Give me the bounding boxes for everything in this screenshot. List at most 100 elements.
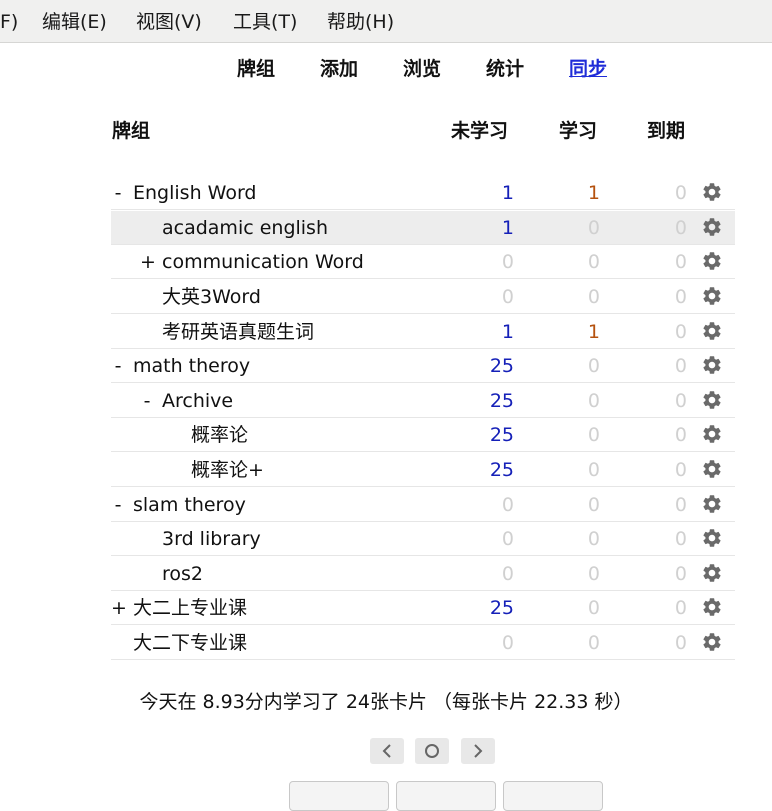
gear-icon[interactable]: [701, 562, 723, 584]
deck-due-count: 0: [674, 390, 687, 412]
gear-icon[interactable]: [701, 216, 723, 238]
deck-due-count: 0: [674, 424, 687, 446]
deck-learn-count: 0: [587, 494, 600, 516]
deck-expander[interactable]: +: [111, 595, 127, 621]
deck-row[interactable]: 概率论 25 0 0: [111, 418, 735, 452]
deck-row[interactable]: 考研英语真题生词 1 1 0: [111, 315, 735, 349]
deck-new-count: 1: [501, 217, 514, 239]
deck-name-link[interactable]: 大二上专业课: [133, 595, 247, 621]
deck-new-count: 0: [501, 286, 514, 308]
deck-expander[interactable]: -: [140, 388, 154, 414]
gear-icon[interactable]: [701, 181, 723, 203]
deck-due-count: 0: [674, 182, 687, 204]
deck-learn-count: 0: [587, 597, 600, 619]
deck-name-link[interactable]: 大二下专业课: [133, 630, 247, 656]
deck-row[interactable]: 大英3Word 0 0 0: [111, 280, 735, 314]
deck-name-link[interactable]: acadamic english: [162, 215, 328, 241]
gear-icon[interactable]: [701, 423, 723, 445]
deck-due-count: 0: [674, 528, 687, 550]
nav-stats-link[interactable]: 统计: [486, 56, 524, 82]
gear-icon[interactable]: [701, 389, 723, 411]
menu-file[interactable]: F): [0, 9, 18, 35]
deck-learn-count: 0: [587, 390, 600, 412]
deck-expander[interactable]: -: [111, 353, 125, 379]
next-button[interactable]: [461, 738, 495, 764]
reset-button[interactable]: [415, 738, 449, 764]
deck-due-count: 0: [674, 597, 687, 619]
deck-name-link[interactable]: 大英3Word: [162, 284, 261, 310]
deck-name-link[interactable]: 考研英语真题生词: [162, 319, 314, 345]
bottom-button-3[interactable]: [503, 781, 603, 811]
deck-row[interactable]: 3rd library 0 0 0: [111, 522, 735, 556]
deck-new-count: 25: [489, 424, 514, 446]
deck-expander[interactable]: -: [111, 180, 125, 206]
gear-icon[interactable]: [701, 458, 723, 480]
nav-browse-link[interactable]: 浏览: [403, 56, 441, 82]
gear-icon[interactable]: [701, 285, 723, 307]
deck-row[interactable]: - English Word 1 1 0: [111, 176, 735, 210]
deck-name-link[interactable]: slam theroy: [133, 492, 246, 518]
deck-due-count: 0: [674, 632, 687, 654]
deck-new-count: 25: [489, 597, 514, 619]
deck-learn-count: 1: [587, 321, 600, 343]
deck-due-count: 0: [674, 494, 687, 516]
menu-edit[interactable]: 编辑(E): [42, 9, 107, 35]
deck-row[interactable]: - slam theroy 0 0 0: [111, 488, 735, 522]
nav-decks-link[interactable]: 牌组: [237, 56, 275, 82]
deck-name-link[interactable]: communication Word: [162, 249, 364, 275]
deck-row[interactable]: + 大二上专业课 25 0 0: [111, 591, 735, 625]
deck-due-count: 0: [674, 217, 687, 239]
deck-name-link[interactable]: English Word: [133, 180, 256, 206]
gear-icon[interactable]: [701, 527, 723, 549]
deck-name-link[interactable]: 3rd library: [162, 526, 261, 552]
header-deck: 牌组: [112, 120, 151, 142]
gear-icon[interactable]: [701, 320, 723, 342]
chevron-left-icon: [382, 744, 391, 758]
deck-learn-count: 0: [587, 563, 600, 585]
deck-row[interactable]: + communication Word 0 0 0: [111, 245, 735, 279]
header-learn: 学习: [559, 120, 598, 142]
deck-learn-count: 0: [587, 528, 600, 550]
nav-sync-link[interactable]: 同步: [569, 56, 607, 82]
gear-icon[interactable]: [701, 493, 723, 515]
deck-name-link[interactable]: 概率论: [191, 422, 248, 448]
deck-new-count: 0: [501, 563, 514, 585]
menu-help[interactable]: 帮助(H): [327, 9, 394, 35]
deck-row[interactable]: ros2 0 0 0: [111, 557, 735, 591]
gear-icon[interactable]: [701, 250, 723, 272]
deck-name-link[interactable]: math theroy: [133, 353, 250, 379]
deck-new-count: 1: [501, 182, 514, 204]
deck-learn-count: 0: [587, 632, 600, 654]
deck-expander[interactable]: -: [111, 492, 125, 518]
deck-due-count: 0: [674, 286, 687, 308]
deck-due-count: 0: [674, 355, 687, 377]
deck-row[interactable]: - math theroy 25 0 0: [111, 349, 735, 383]
gear-icon[interactable]: [701, 596, 723, 618]
header-new: 未学习: [451, 120, 509, 142]
deck-learn-count: 0: [587, 286, 600, 308]
nav-add-link[interactable]: 添加: [320, 56, 358, 82]
deck-learn-count: 0: [587, 459, 600, 481]
header-due: 到期: [647, 120, 686, 142]
deck-name-link[interactable]: Archive: [162, 388, 233, 414]
gear-icon[interactable]: [701, 631, 723, 653]
deck-row[interactable]: - Archive 25 0 0: [111, 384, 735, 418]
bottom-button-2[interactable]: [396, 781, 496, 811]
study-stats-text: 今天在 8.93分内学习了 24张卡片 （每张卡片 22.33 秒）: [139, 691, 633, 713]
menu-tools[interactable]: 工具(T): [233, 9, 297, 35]
deck-new-count: 25: [489, 459, 514, 481]
deck-row[interactable]: acadamic english 1 0 0: [111, 211, 735, 245]
deck-row[interactable]: 大二下专业课 0 0 0: [111, 626, 735, 660]
menu-view[interactable]: 视图(V): [136, 9, 202, 35]
menu-bar: F) 编辑(E) 视图(V) 工具(T) 帮助(H): [0, 0, 772, 43]
deck-expander[interactable]: +: [140, 249, 156, 275]
deck-new-count: 0: [501, 251, 514, 273]
deck-row[interactable]: 概率论+ 25 0 0: [111, 453, 735, 487]
deck-name-link[interactable]: 概率论+: [191, 457, 264, 483]
deck-name-link[interactable]: ros2: [162, 561, 203, 587]
deck-learn-count: 0: [587, 251, 600, 273]
prev-button[interactable]: [370, 738, 404, 764]
bottom-button-1[interactable]: [289, 781, 389, 811]
deck-new-count: 0: [501, 632, 514, 654]
gear-icon[interactable]: [701, 354, 723, 376]
